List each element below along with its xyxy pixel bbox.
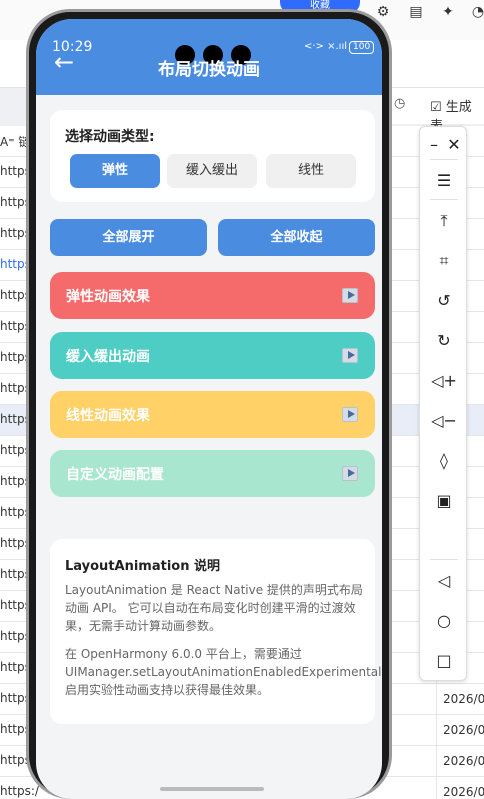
table-cell-date: 2026/0 <box>436 746 484 777</box>
home-indicator[interactable] <box>160 787 264 791</box>
type-option-spring[interactable]: 弹性 <box>70 154 160 188</box>
divider <box>430 159 458 160</box>
home-icon[interactable]: ○ <box>420 611 468 630</box>
anim-item-label: 缓入缓出动画 <box>66 349 150 365</box>
app-header: 10:29 <·> ×.ııl 100 ← 布局切换动画 <box>36 19 382 95</box>
shake-icon[interactable]: ◊ <box>420 451 468 470</box>
table-cell-date: 2026/0 <box>436 684 484 715</box>
recent-apps-icon[interactable]: □ <box>420 651 468 670</box>
document-icon[interactable]: ▤ <box>408 4 424 20</box>
clock-icon[interactable]: ◷ <box>394 96 405 111</box>
robot-icon[interactable]: ⚙ <box>375 4 391 20</box>
volume-up-icon[interactable]: ◁+ <box>420 371 468 390</box>
table-cell-date: 2026/0 <box>436 777 484 799</box>
play-icon[interactable] <box>342 466 358 481</box>
play-icon[interactable] <box>342 288 358 303</box>
emulator-side-toolbar: – ✕ ☰ ⤒ ⌗ ↺ ↻ ◁+ ◁− ◊ ▣ ◁ ○ □ <box>419 126 467 681</box>
animation-type-label: 选择动画类型: <box>65 129 155 145</box>
anim-item-spring[interactable]: 弹性动画效果 <box>50 272 375 319</box>
signal-icon: <·> ×.ııl <box>304 41 348 52</box>
status-indicators: <·> ×.ııl 100 <box>304 41 375 54</box>
pin-top-icon[interactable]: ⤒ <box>420 211 468 231</box>
bell-icon[interactable]: ◔ <box>470 4 484 20</box>
expand-all-button[interactable]: 全部展开 <box>50 219 207 256</box>
info-paragraph-1: LayoutAnimation 是 React Native 提供的声明式布局动… <box>65 583 363 633</box>
info-title: LayoutAnimation 说明 <box>65 559 221 574</box>
extension-icon[interactable]: ✦ <box>440 4 456 20</box>
table-cell-link: https:/ <box>0 784 39 798</box>
type-option-ease[interactable]: 缓入缓出 <box>167 154 257 188</box>
battery-icon: 100 <box>349 41 375 54</box>
divider <box>430 199 458 200</box>
table-cell-date: 2026/0 <box>436 715 484 746</box>
volume-down-icon[interactable]: ◁− <box>420 411 468 430</box>
animation-type-card: 选择动画类型: 弹性 缓入缓出 线性 <box>50 110 375 202</box>
screenshot-icon[interactable]: ▣ <box>420 491 468 510</box>
play-icon[interactable] <box>342 407 358 422</box>
rotate-left-icon[interactable]: ↺ <box>420 291 468 310</box>
type-option-linear[interactable]: 线性 <box>266 154 356 188</box>
close-icon[interactable]: ✕ <box>430 135 478 154</box>
anim-item-label: 弹性动画效果 <box>66 289 150 305</box>
back-icon[interactable]: ◁ <box>420 571 468 590</box>
crop-icon[interactable]: ⌗ <box>420 251 468 271</box>
menu-icon[interactable]: ☰ <box>420 171 468 190</box>
divider <box>430 559 458 560</box>
rotate-right-icon[interactable]: ↻ <box>420 331 468 350</box>
anim-item-ease[interactable]: 缓入缓出动画 <box>50 332 375 379</box>
play-icon[interactable] <box>342 348 358 363</box>
phone-screen: 10:29 <·> ×.ııl 100 ← 布局切换动画 选择动画类型: 弹性 缓… <box>36 19 382 799</box>
anim-item-custom[interactable]: 自定义动画配置 <box>50 450 375 497</box>
spreadsheet-toolbar-right: ◷ ☑ 生成表 <box>380 88 484 134</box>
phone-frame: 10:29 <·> ×.ııl 100 ← 布局切换动画 选择动画类型: 弹性 缓… <box>26 9 392 799</box>
anim-item-label: 自定义动画配置 <box>66 467 164 483</box>
anim-item-label: 线性动画效果 <box>66 408 150 424</box>
anim-item-linear[interactable]: 线性动画效果 <box>50 391 375 438</box>
info-card: LayoutAnimation 说明 LayoutAnimation 是 Rea… <box>50 539 382 724</box>
page-title: 布局切换动画 <box>158 60 260 80</box>
info-paragraph-2: 在 OpenHarmony 6.0.0 平台上，需要通过 UIManager.s… <box>65 647 382 697</box>
collapse-all-button[interactable]: 全部收起 <box>218 219 375 256</box>
